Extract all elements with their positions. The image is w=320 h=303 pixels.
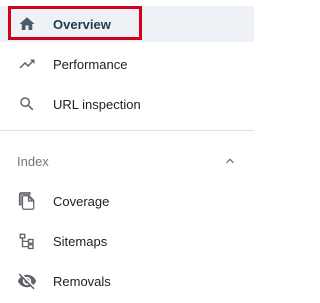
search-icon [17,94,37,114]
trending-up-icon [17,54,37,74]
index-section-header[interactable]: Index [0,146,254,176]
nav-item-url-inspection[interactable]: URL inspection [0,86,254,122]
nav-item-performance[interactable]: Performance [0,46,254,82]
chevron-up-icon[interactable] [222,153,238,169]
nav-item-label: Performance [53,56,128,72]
file-copy-icon [17,191,37,211]
nav-item-label: Sitemaps [53,233,108,249]
visibility-off-icon [17,271,37,291]
sitemap-icon [17,231,37,251]
nav-item-coverage[interactable]: Coverage [0,183,254,219]
nav-item-label: URL inspection [53,96,141,112]
nav-item-overview[interactable]: Overview [0,6,254,42]
nav-item-label: Coverage [53,193,110,209]
nav-item-label: Overview [53,16,111,32]
nav-item-label: Removals [53,273,111,289]
section-header-label: Index [17,153,49,169]
nav-item-sitemaps[interactable]: Sitemaps [0,223,254,259]
home-icon [17,14,37,34]
nav-item-removals[interactable]: Removals [0,263,254,299]
divider [0,130,254,131]
